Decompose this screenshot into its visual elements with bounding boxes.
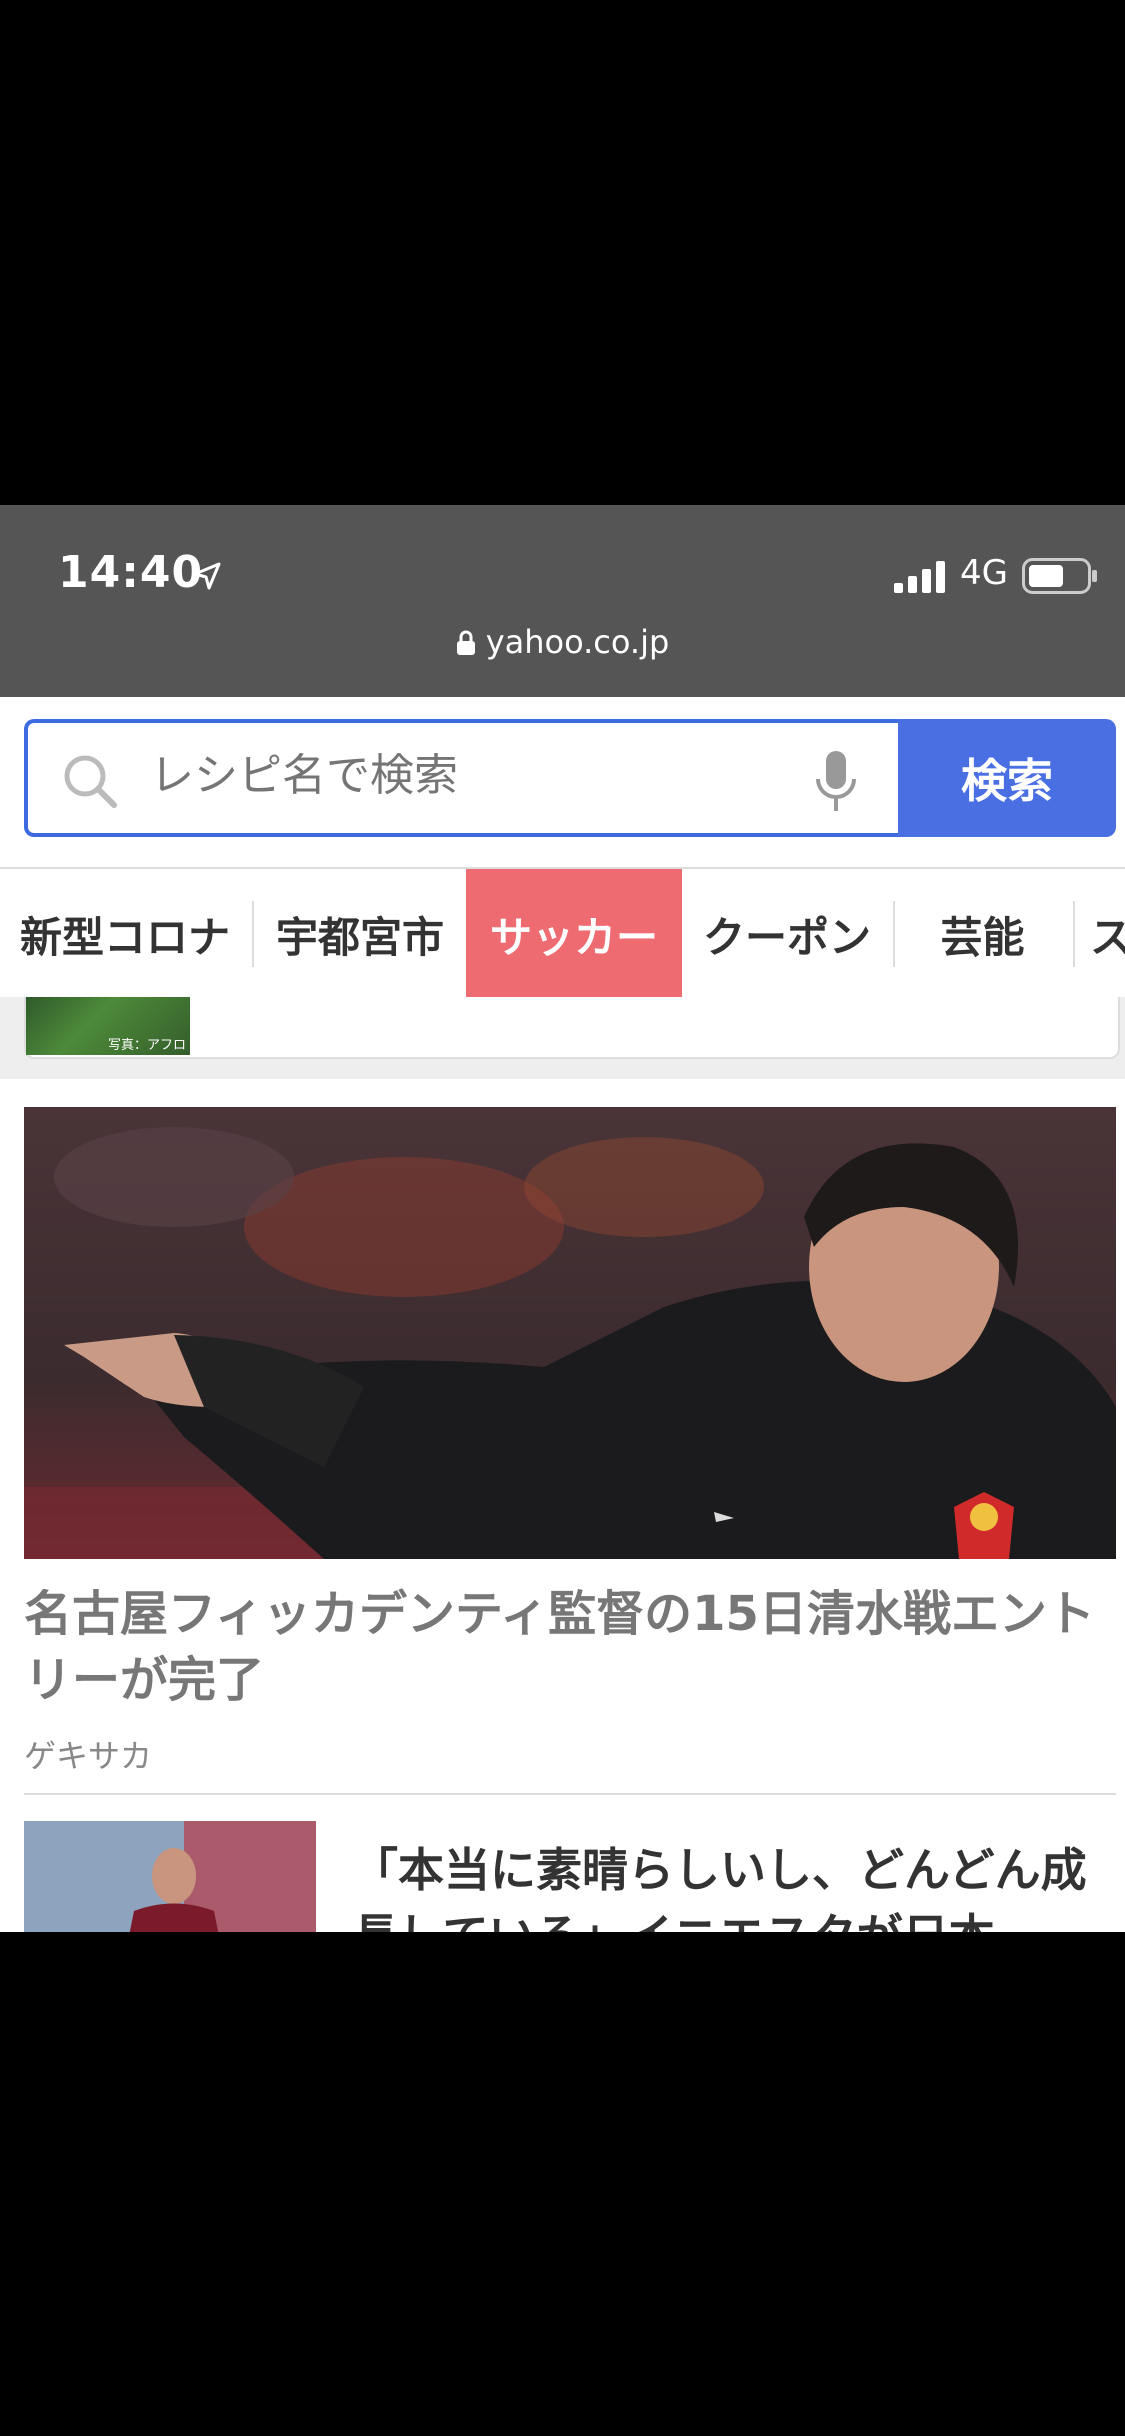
network-type: 4G <box>960 553 1008 593</box>
next-article-title[interactable]: 「本当に素晴らしいし、どんどん成長している」イニエスタが日本 <box>352 1837 1112 1932</box>
tab-sports-partial[interactable]: ス <box>1090 869 1125 999</box>
article-hero-image[interactable] <box>24 1107 1116 1559</box>
search-area: 検索 <box>0 697 1125 867</box>
article-headline[interactable]: 名古屋フィッカデンティ監督の15日清水戦エントリーが完了 <box>24 1581 1114 1713</box>
tab-coupon[interactable]: クーポン <box>682 869 892 999</box>
next-article-thumbnail[interactable] <box>24 1821 316 1932</box>
search-box[interactable] <box>24 719 898 837</box>
lock-icon <box>456 630 475 655</box>
previous-article-card[interactable]: 写真：アフロ <box>0 997 1125 1079</box>
coach-photo <box>24 1107 1116 1559</box>
tab-covid[interactable]: 新型コロナ <box>0 869 250 999</box>
url-text: yahoo.co.jp <box>485 623 670 661</box>
location-arrow-icon <box>193 562 221 590</box>
player-photo <box>24 1821 316 1932</box>
tab-divider <box>1073 901 1075 967</box>
battery-icon <box>1022 558 1097 594</box>
featured-article[interactable]: 名古屋フィッカデンティ監督の15日清水戦エントリーが完了 ゲキサカ 「本当に素晴… <box>0 1081 1125 1932</box>
category-tabs: 新型コロナ 宇都宮市 サッカー クーポン 芸能 ス <box>0 867 1125 1001</box>
search-icon <box>64 755 117 808</box>
previous-article-thumbnail: 写真：アフロ <box>26 997 190 1055</box>
address-bar[interactable]: yahoo.co.jp <box>0 623 1125 661</box>
search-input[interactable] <box>148 749 712 802</box>
search-button[interactable]: 検索 <box>898 719 1116 837</box>
browser-screen: 14:40 4G yahoo.co.jp レシピ名で検索 検索 新型コロナ 宇都… <box>0 505 1125 1932</box>
photo-credit: 写真：アフロ <box>107 1038 186 1053</box>
signal-icon <box>894 561 945 593</box>
tab-soccer[interactable]: サッカー <box>466 869 682 999</box>
microphone-icon[interactable] <box>814 749 858 813</box>
tab-entertainment[interactable]: 芸能 <box>895 869 1070 999</box>
article-divider <box>24 1793 1116 1795</box>
article-source: ゲキサカ <box>24 1737 153 1775</box>
browser-chrome: 14:40 4G yahoo.co.jp <box>0 505 1125 697</box>
previous-article-inner: 写真：アフロ <box>24 997 1120 1059</box>
tab-utsunomiya[interactable]: 宇都宮市 <box>254 869 466 999</box>
status-time: 14:40 <box>58 547 204 598</box>
